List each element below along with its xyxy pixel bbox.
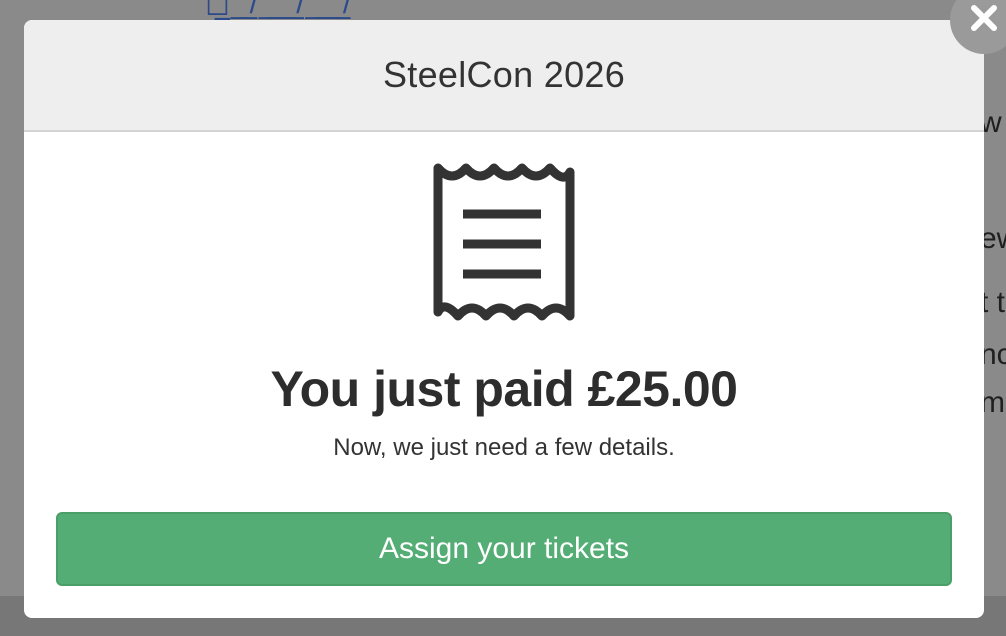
payment-subtext: Now, we just need a few details. [333,434,675,461]
modal-header: SteelCon 2026 [24,20,984,132]
payment-headline: You just paid £25.00 [270,361,738,417]
payment-confirmation-modal: SteelCon 2026 You just paid £25.00 Now, … [24,20,984,618]
modal-title: SteelCon 2026 [382,54,626,95]
background-link: ◻̲ ̲ ̲/ ̲ ̲ ̲ ̲/ ̲ ̲ ̲ ̲/ [205,0,353,20]
assign-tickets-button[interactable]: Assign your tickets [56,512,952,586]
close-icon [969,3,999,38]
receipt-icon [430,160,578,328]
